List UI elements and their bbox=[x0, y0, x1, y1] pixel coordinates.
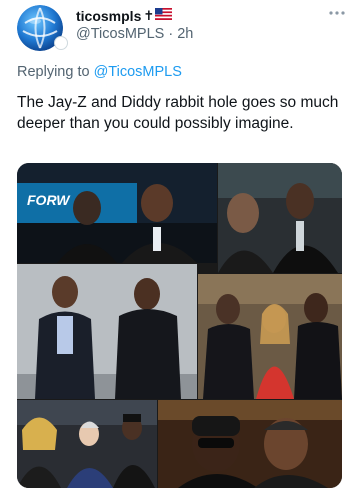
display-name[interactable]: ticosmpls bbox=[76, 8, 141, 24]
name-row[interactable]: ticosmpls ✝ bbox=[76, 7, 173, 25]
us-flag-icon bbox=[155, 7, 173, 25]
photo-closeup[interactable] bbox=[158, 400, 342, 488]
tweet[interactable]: ticosmpls ✝ @TicosMPLS · 2h Replying to … bbox=[0, 0, 359, 500]
more-icon[interactable] bbox=[329, 3, 345, 20]
replying-prefix: Replying to bbox=[17, 64, 90, 80]
photo-reception[interactable] bbox=[198, 274, 342, 399]
photo-group[interactable] bbox=[17, 400, 157, 488]
profile-badge-icon bbox=[54, 36, 68, 50]
replying-to-handle[interactable]: @TicosMPLS bbox=[94, 64, 182, 80]
photo-event[interactable] bbox=[218, 163, 342, 273]
handle-row: @TicosMPLS · 2h bbox=[76, 26, 193, 42]
tweet-text: The Jay-Z and Diddy rabbit hole goes so … bbox=[17, 94, 339, 132]
handle[interactable]: @TicosMPLS bbox=[76, 26, 164, 42]
timestamp[interactable]: 2h bbox=[177, 26, 193, 42]
separator: · bbox=[168, 26, 174, 42]
stage-banner-text: FORW bbox=[27, 192, 71, 208]
media-collage[interactable]: FORW bbox=[17, 163, 342, 488]
replying-to: Replying to @TicosMPLS bbox=[17, 64, 182, 80]
photo-gray-backdrop[interactable] bbox=[17, 264, 197, 399]
photo-stage[interactable]: FORW bbox=[17, 163, 217, 263]
cross-symbol: ✝ bbox=[143, 8, 155, 23]
